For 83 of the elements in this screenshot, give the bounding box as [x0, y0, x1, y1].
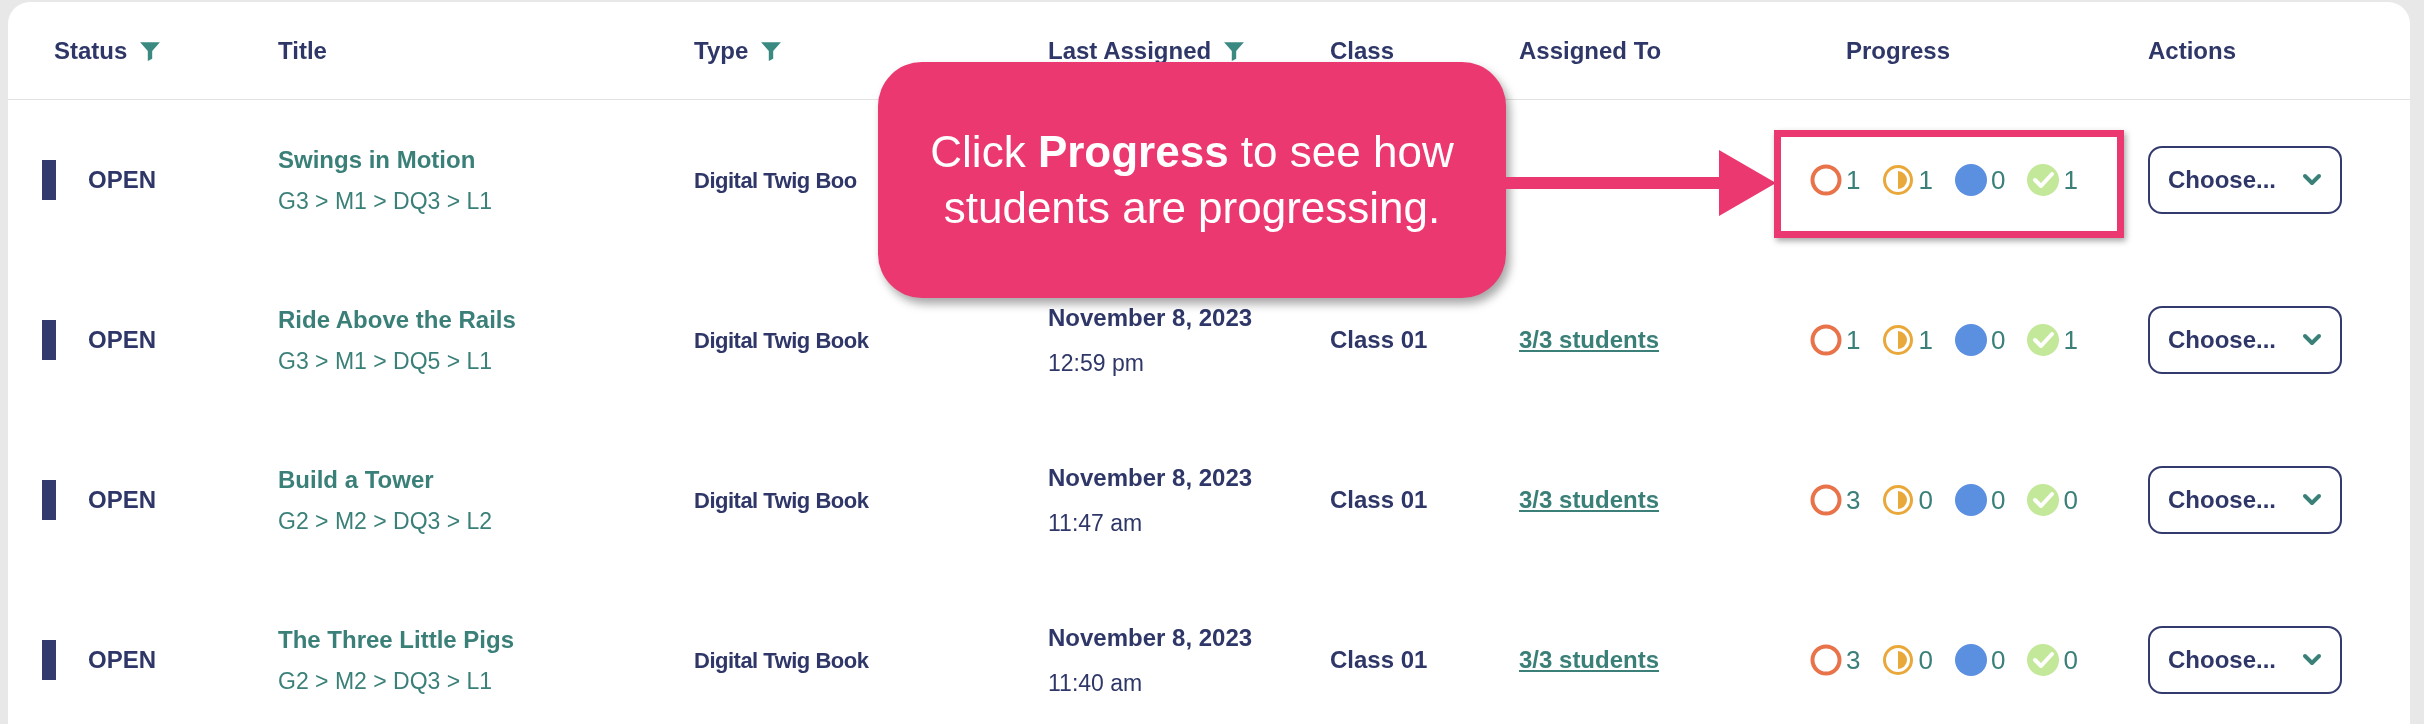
half-circle-icon	[1882, 324, 1915, 356]
filled-circle-icon	[1954, 324, 1987, 356]
progress-count[interactable]: 3	[1846, 480, 1861, 520]
class-name: Class 01	[1330, 646, 1428, 673]
half-circle-icon	[1882, 164, 1915, 196]
lesson-path: G3 > M1 > DQ3 > L1	[278, 186, 494, 216]
title-link[interactable]: Swings in Motion	[278, 141, 694, 178]
status-label: OPEN	[88, 645, 156, 675]
check-circle-icon	[2027, 324, 2060, 356]
students-link[interactable]: 3/3 students	[1519, 646, 1660, 673]
progress-count[interactable]: 1	[1918, 160, 1933, 200]
chevron-down-icon	[2302, 333, 2322, 347]
empty-circle-icon	[1810, 644, 1842, 676]
empty-circle-icon	[1810, 484, 1842, 516]
title-link[interactable]: Build a Tower	[278, 461, 694, 498]
column-header: Progress	[1846, 35, 1951, 66]
column-header: Class	[1330, 35, 1395, 66]
progress-count[interactable]: 1	[1918, 320, 1933, 360]
status-label: OPEN	[88, 165, 156, 195]
filled-circle-icon	[1954, 484, 1987, 516]
assigned-date: November 8, 2023	[1048, 462, 1254, 493]
type-label: Digital Twig Book	[694, 327, 869, 353]
status-bar	[42, 640, 56, 680]
progress-count[interactable]: 0	[2063, 480, 2078, 520]
title-link[interactable]: Ride Above the Rails	[278, 301, 694, 338]
progress-count[interactable]: 1	[1846, 320, 1861, 360]
assigned-date: November 8, 2023	[1048, 302, 1254, 333]
progress-count[interactable]: 0	[1990, 320, 2006, 360]
column-header: Actions	[2148, 35, 2236, 66]
filled-circle-icon	[1954, 644, 1987, 676]
type-label: Digital Twig Boo	[694, 167, 857, 193]
empty-circle-icon	[1810, 164, 1842, 196]
empty-circle-icon	[1810, 324, 1842, 356]
filter-icon[interactable]	[760, 39, 783, 62]
chevron-down-icon	[2302, 653, 2322, 667]
assigned-time: 12:59 pm	[1048, 348, 1145, 378]
chevron-down-icon	[2302, 173, 2322, 187]
students-link[interactable]: 3/3 students	[1519, 326, 1660, 353]
check-circle-icon	[2027, 484, 2060, 516]
type-label: Digital Twig Book	[694, 487, 869, 513]
actions-dropdown[interactable]: Choose...	[2148, 146, 2342, 214]
assigned-date: November 8, 2023	[1048, 622, 1254, 653]
progress-count[interactable]: 0	[2063, 640, 2078, 680]
actions-dropdown[interactable]: Choose...	[2148, 466, 2342, 534]
type-label: Digital Twig Book	[694, 647, 869, 673]
class-name: Class 01	[1330, 326, 1428, 353]
column-header: Assigned To	[1519, 35, 1662, 66]
lesson-path: G3 > M1 > DQ5 > L1	[278, 346, 494, 376]
title-link[interactable]: The Three Little Pigs	[278, 621, 694, 658]
column-header: Status	[54, 35, 128, 66]
status-label: OPEN	[88, 325, 156, 355]
progress-count[interactable]: 0	[1990, 160, 2006, 200]
actions-dropdown[interactable]: Choose...	[2148, 626, 2342, 694]
chevron-down-icon	[2302, 493, 2322, 507]
status-bar	[42, 160, 56, 200]
status-bar	[42, 320, 56, 360]
check-circle-icon	[2027, 644, 2060, 676]
callout-text: Click Progress to see how students are progressing.	[929, 126, 1455, 234]
progress-count[interactable]: 1	[2063, 160, 2078, 200]
filter-icon[interactable]	[139, 39, 162, 62]
column-header: Title	[278, 35, 327, 66]
column-header: Last Assigned	[1048, 35, 1212, 66]
class-name: Class 01	[1330, 486, 1428, 513]
column-header: Type	[694, 35, 749, 66]
assigned-time: 11:40 am	[1048, 668, 1144, 698]
progress-count[interactable]: 0	[1918, 480, 1933, 520]
status-bar	[42, 480, 56, 520]
lesson-path: G2 > M2 > DQ3 > L2	[278, 506, 494, 536]
lesson-path: G2 > M2 > DQ3 > L1	[278, 666, 494, 696]
half-circle-icon	[1882, 484, 1915, 516]
progress-count[interactable]: 1	[2063, 320, 2078, 360]
filled-circle-icon	[1954, 164, 1987, 196]
students-link[interactable]: 3/3 students	[1519, 486, 1660, 513]
progress-count[interactable]: 3	[1846, 640, 1861, 680]
assigned-time: 11:47 am	[1048, 508, 1144, 538]
progress-count[interactable]: 0	[1918, 640, 1933, 680]
progress-count[interactable]: 1	[1846, 160, 1861, 200]
progress-count[interactable]: 0	[1990, 480, 2006, 520]
progress-count[interactable]: 0	[1990, 640, 2006, 680]
status-label: OPEN	[88, 485, 156, 515]
half-circle-icon	[1882, 644, 1915, 676]
check-circle-icon	[2027, 164, 2060, 196]
actions-dropdown[interactable]: Choose...	[2148, 306, 2342, 374]
